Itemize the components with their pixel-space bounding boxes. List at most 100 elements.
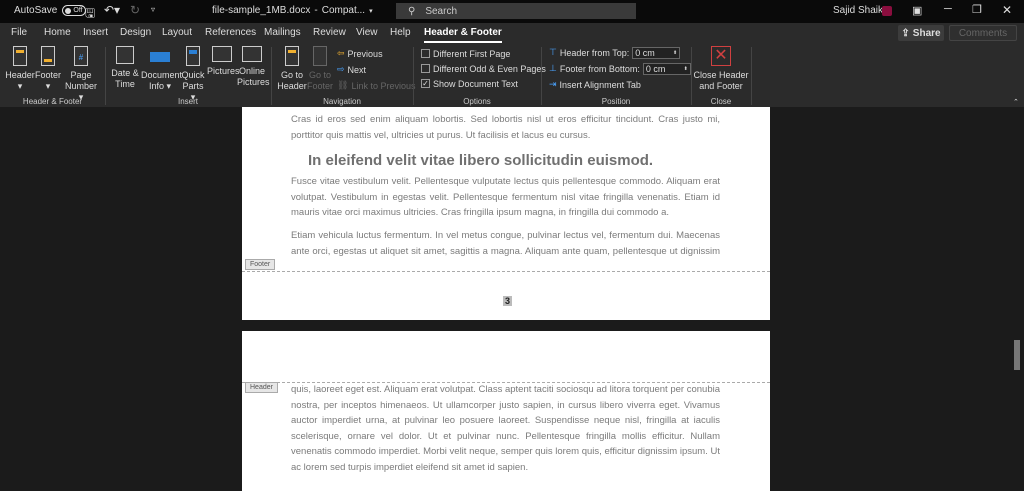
label: Time: [115, 79, 135, 89]
close-header-footer-button[interactable]: ✕ Close Header and Footer: [693, 46, 749, 92]
tab-review[interactable]: Review: [313, 27, 346, 38]
tab-references[interactable]: References: [205, 27, 256, 38]
different-odd-even-checkbox[interactable]: Different Odd & Even Pages: [421, 62, 546, 75]
label: Show Document Text: [433, 78, 518, 89]
page-number-button[interactable]: # Page Number ▾: [62, 46, 100, 103]
go-to-footer-button[interactable]: Go to Footer: [307, 46, 333, 92]
tab-insert[interactable]: Insert: [83, 27, 108, 38]
footer-icon: [41, 46, 55, 66]
paragraph[interactable]: Cras id eros sed enim aliquam lobortis. …: [291, 112, 720, 143]
group-label: Header & Footer: [22, 97, 83, 106]
label: Link to Previous: [351, 80, 416, 91]
document-info-button[interactable]: Document Info ▾: [141, 46, 182, 92]
tab-layout[interactable]: Layout: [162, 27, 192, 38]
customize-qat-icon[interactable]: ▿: [151, 5, 155, 14]
user-name[interactable]: Sajid Shaik: [833, 5, 883, 16]
footer-boundary: [242, 271, 770, 272]
different-first-page-checkbox[interactable]: Different First Page: [421, 47, 510, 60]
label: Header: [277, 81, 307, 91]
previous-button[interactable]: ⇦ Previous: [337, 47, 383, 60]
footer-from-bottom-input[interactable]: 0 cm ⬍: [642, 62, 691, 75]
autosave-toggle[interactable]: Off: [62, 5, 87, 16]
label: Header from Top:: [559, 47, 630, 58]
checkbox-icon: [421, 49, 430, 58]
label: Parts: [182, 81, 204, 91]
tab-view[interactable]: View: [356, 27, 378, 38]
group-label: Position: [601, 97, 631, 106]
header-icon: [13, 46, 27, 66]
ribbon-display-icon[interactable]: ▣: [912, 4, 922, 17]
tab-home[interactable]: Home: [44, 27, 71, 38]
show-document-text-checkbox[interactable]: ✓ Show Document Text: [421, 77, 518, 90]
header-button[interactable]: Header ▾: [5, 46, 35, 92]
search-icon: ⚲: [408, 5, 416, 17]
paragraph[interactable]: Fusce vitae vestibulum velit. Pellentesq…: [291, 174, 720, 221]
header-tag: Header: [245, 382, 278, 393]
ribbon: Header ▾ Footer ▾ # Page Number ▾ Header & F…: [0, 43, 1024, 107]
document-title[interactable]: file-sample_1MB.docx - Compat... ▾: [212, 5, 373, 16]
autosave-label: AutoSave: [14, 5, 58, 16]
close-icon[interactable]: ✕: [1002, 3, 1012, 17]
label: Go to: [308, 70, 331, 80]
link-to-previous-button[interactable]: ⛓ Link to Previous: [337, 79, 415, 92]
calendar-icon: [116, 46, 134, 64]
next-icon: ⇨: [337, 64, 345, 74]
search-box[interactable]: ⚲ Search: [396, 3, 636, 19]
online-pictures-button[interactable]: Online Pictures: [237, 46, 270, 88]
comments-button[interactable]: Comments: [949, 25, 1017, 41]
group-label: Close: [710, 97, 732, 106]
footer-button[interactable]: Footer ▾: [35, 46, 61, 92]
minimize-icon[interactable]: ─: [944, 3, 952, 15]
label: Go to: [280, 70, 303, 80]
avatar[interactable]: [882, 6, 892, 16]
collapse-ribbon-icon[interactable]: ⌃: [1013, 98, 1019, 106]
footer-from-bottom: ⊥ Footer from Bottom: 0 cm ⬍: [549, 62, 691, 75]
label: Footer: [307, 81, 334, 91]
header-from-top: ⊤ Header from Top: 0 cm ⬍: [549, 46, 681, 59]
save-icon[interactable]: 🖫: [85, 4, 95, 25]
label: Page: [70, 70, 92, 80]
page-3: Cras id eros sed enim aliquam lobortis. …: [242, 107, 770, 320]
ribbon-tabs: File Home Insert Design Layout Reference…: [0, 23, 1024, 43]
close-x-icon: ✕: [711, 46, 731, 66]
date-time-button[interactable]: Date & Time: [110, 46, 140, 90]
autosave[interactable]: AutoSave Off: [14, 5, 87, 16]
tab-help[interactable]: Help: [390, 27, 411, 38]
undo-icon[interactable]: ↶▾: [104, 3, 120, 17]
tab-design[interactable]: Design: [120, 27, 151, 38]
redo-icon[interactable]: ↻: [130, 3, 140, 17]
next-button[interactable]: ⇨ Next: [337, 63, 366, 76]
previous-icon: ⇦: [337, 48, 345, 58]
label: Header: [5, 70, 35, 80]
page-number-icon: #: [74, 46, 88, 66]
alignment-tab-icon: ⇥: [549, 79, 557, 89]
share-button[interactable]: ⇪ Share: [898, 25, 944, 41]
header-from-top-input[interactable]: 0 cm ⬍: [632, 46, 681, 59]
heading[interactable]: In eleifend velit vitae libero sollicitu…: [308, 152, 653, 169]
checkmark-icon: ✓: [421, 79, 430, 88]
label: Pictures: [237, 77, 270, 87]
tab-mailings[interactable]: Mailings: [264, 27, 301, 38]
pictures-icon: [212, 46, 232, 62]
quick-parts-icon: [186, 46, 200, 66]
label: Number: [64, 81, 97, 91]
share-icon: ⇪: [901, 27, 910, 39]
tab-header-footer[interactable]: Header & Footer: [424, 27, 502, 43]
label: Next: [347, 64, 367, 75]
document-info-icon: [150, 52, 170, 62]
label: Different Odd & Even Pages: [433, 63, 546, 74]
checkbox-icon: [421, 64, 430, 73]
tab-file[interactable]: File: [11, 27, 27, 38]
restore-icon[interactable]: ❐: [972, 3, 982, 16]
pictures-button[interactable]: Pictures: [207, 46, 240, 77]
quick-parts-button[interactable]: Quick Parts ▾: [180, 46, 206, 103]
label: and Footer: [699, 81, 743, 91]
label: Footer: [35, 70, 62, 80]
go-to-header-button[interactable]: Go to Header: [277, 46, 307, 92]
paragraph[interactable]: Etiam vehicula luctus fermentum. In vel …: [291, 228, 720, 260]
page-number-field[interactable]: 3: [503, 296, 513, 306]
title-bar: AutoSave Off 🖫 ↶▾ ↻ ▿ file-sample_1MB.do…: [0, 0, 1024, 23]
insert-alignment-tab-button[interactable]: ⇥ Insert Alignment Tab: [549, 78, 641, 91]
vertical-scrollbar-thumb[interactable]: [1014, 340, 1020, 370]
paragraph[interactable]: quis, laoreet eget est. Aliquam erat vol…: [291, 382, 720, 475]
